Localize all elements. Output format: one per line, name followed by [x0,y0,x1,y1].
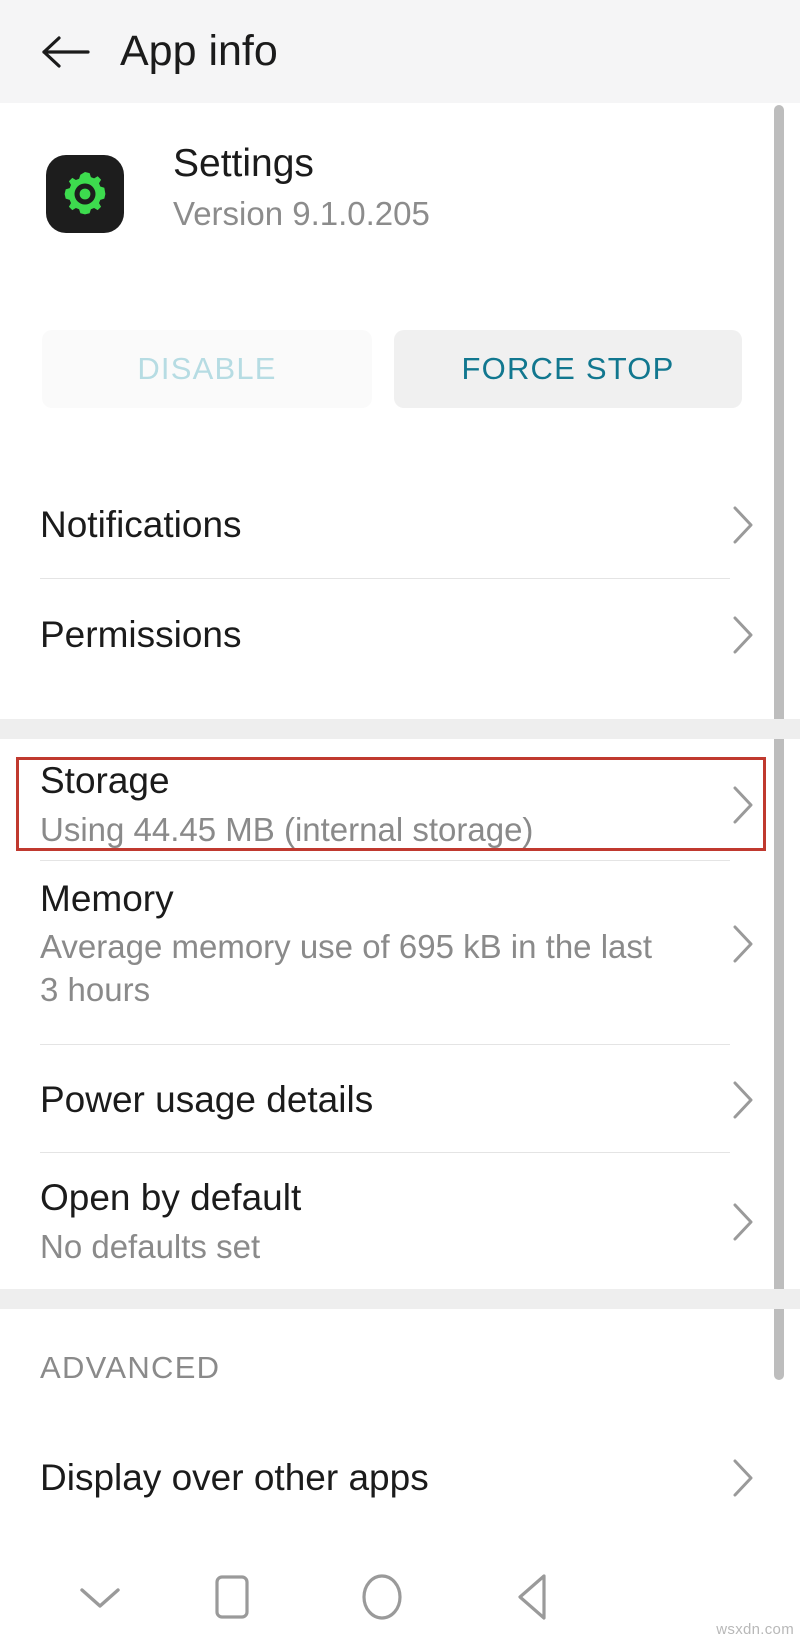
row-title: Memory [40,878,174,920]
watermark: wsxdn.com [716,1621,794,1638]
row-power-usage-details[interactable]: Power usage details [0,1050,800,1150]
action-button-row: DISABLE FORCE STOP [0,330,800,410]
divider [40,860,730,861]
app-version: Version 9.1.0.205 [173,195,430,233]
force-stop-button[interactable]: FORCE STOP [394,330,742,408]
row-subtitle: Average memory use of 695 kB in the last… [40,928,653,1008]
chevron-right-icon [726,1079,760,1121]
app-bar: App info [0,0,800,103]
square-icon[interactable] [167,1552,297,1642]
page-title: App info [120,27,278,75]
app-summary-header: Settings Version 9.1.0.205 [0,103,800,288]
row-title: Notifications [40,503,242,545]
row-title: Power usage details [40,1078,374,1120]
row-storage[interactable]: Storage Using 44.45 MB (internal storage… [0,752,800,858]
chevron-right-icon [726,1201,760,1243]
section-header-advanced: ADVANCED [40,1350,221,1385]
app-name: Settings [173,142,314,185]
chevron-right-icon [726,504,760,546]
row-subtitle: Using 44.45 MB (internal storage) [40,810,534,848]
row-notifications[interactable]: Notifications [0,475,800,575]
system-navigation-bar [0,1552,800,1642]
settings-gear-icon [46,155,124,233]
chevron-right-icon [726,1457,760,1499]
row-permissions[interactable]: Permissions [0,585,800,685]
triangle-left-icon[interactable] [469,1552,599,1642]
disable-button[interactable]: DISABLE [42,330,372,408]
row-title: Permissions [40,613,242,655]
row-title: Open by default [40,1177,302,1219]
row-open-by-default[interactable]: Open by default No defaults set [0,1158,800,1286]
chevron-right-icon [726,784,760,826]
chevron-right-icon [726,614,760,656]
divider [40,578,730,579]
row-title: Storage [40,760,170,802]
divider [40,1044,730,1045]
chevron-down-icon[interactable] [35,1552,165,1642]
row-title: Display over other apps [40,1456,429,1498]
chevron-right-icon [726,923,760,965]
row-display-over-other-apps[interactable]: Display over other apps [0,1428,800,1528]
app-meta: Settings Version 9.1.0.205 [173,141,430,234]
circle-icon[interactable] [317,1552,447,1642]
row-subtitle: No defaults set [40,1227,261,1265]
section-band [0,719,800,739]
back-arrow-icon[interactable] [38,24,94,80]
section-band [0,1289,800,1309]
divider [40,1152,730,1153]
app-info-screen: App info Settings Version 9.1.0.205 DISA… [0,0,800,1642]
row-memory[interactable]: Memory Average memory use of 695 kB in t… [0,866,800,1022]
